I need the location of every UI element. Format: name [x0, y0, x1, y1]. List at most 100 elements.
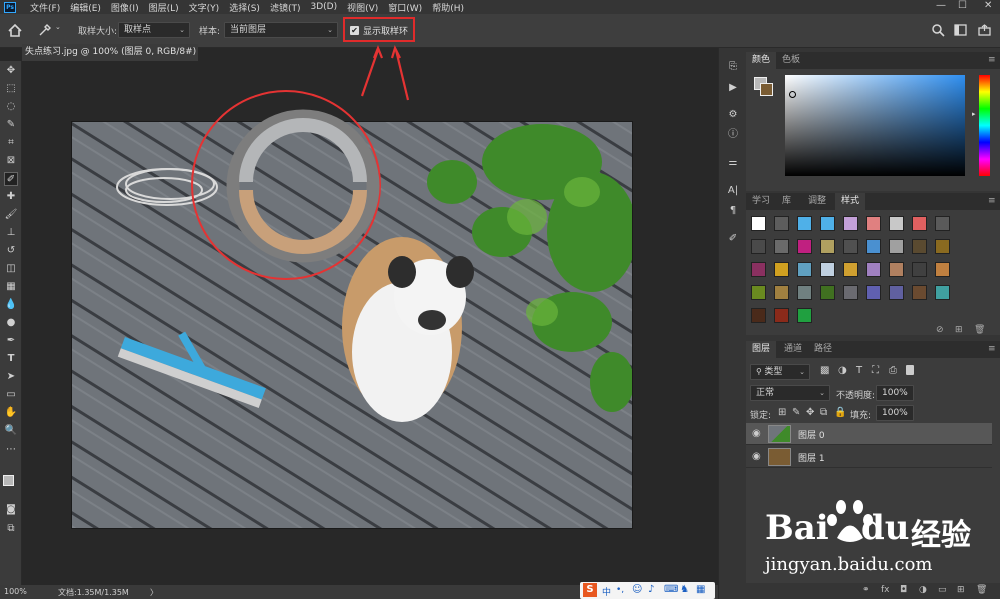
style-swatch[interactable]	[912, 216, 927, 231]
style-swatch[interactable]	[774, 216, 789, 231]
tab-paths[interactable]: 路径	[808, 341, 838, 358]
style-swatch[interactable]	[866, 262, 881, 277]
color-picker-field[interactable]	[785, 75, 965, 176]
style-swatch[interactable]	[774, 285, 789, 300]
clear-style-icon[interactable]: ⊘	[936, 325, 944, 335]
visibility-eye-icon[interactable]: ◉	[752, 428, 761, 439]
link-layers-icon[interactable]: ⚭	[862, 585, 870, 595]
lock-transparent-icon[interactable]: ⊞	[778, 407, 786, 418]
tab-swatches[interactable]: 色板	[776, 52, 806, 69]
hue-slider[interactable]	[979, 75, 990, 176]
visibility-eye-icon[interactable]: ◉	[752, 451, 761, 462]
lock-all-icon[interactable]: 🔒	[834, 407, 846, 418]
layer-row-1[interactable]: ◉ 图层 1	[746, 446, 992, 468]
new-layer-icon[interactable]: ⊞	[957, 585, 965, 595]
ime-punctuation-icon[interactable]: •,	[616, 585, 624, 595]
zoom-level[interactable]: 100%	[4, 587, 27, 596]
actions-panel-icon[interactable]: ▶	[726, 81, 740, 95]
info-panel-icon[interactable]: ⓘ	[726, 128, 740, 142]
style-swatch[interactable]	[774, 308, 789, 323]
style-swatch[interactable]	[935, 239, 950, 254]
ime-toolbox-icon[interactable]: ▦	[696, 584, 705, 595]
style-swatch[interactable]	[866, 239, 881, 254]
style-swatch[interactable]	[912, 285, 927, 300]
tab-learn[interactable]: 学习	[746, 193, 776, 210]
style-swatch[interactable]	[751, 308, 766, 323]
style-swatch[interactable]	[797, 262, 812, 277]
ime-mode[interactable]: 中	[602, 585, 611, 598]
color-background-swatch[interactable]	[760, 83, 773, 96]
paragraph-panel-icon[interactable]: ¶	[726, 204, 740, 218]
ime-skin-icon[interactable]: ♞	[680, 584, 689, 595]
style-swatch[interactable]	[820, 285, 835, 300]
style-swatch[interactable]	[820, 216, 835, 231]
ime-logo[interactable]: S	[583, 583, 597, 597]
pixel-filter-icon[interactable]: ▩	[820, 365, 829, 376]
delete-style-icon[interactable]: 🗑	[974, 325, 985, 335]
filter-toggle-icon[interactable]	[906, 365, 914, 375]
status-menu-arrow-icon[interactable]: 〉	[150, 587, 158, 598]
lock-pixels-icon[interactable]: ✎	[792, 407, 800, 418]
panel-menu-icon[interactable]: ≡	[982, 193, 1000, 210]
fill-input[interactable]: 100% ⌄	[876, 405, 914, 421]
style-swatch[interactable]	[889, 285, 904, 300]
panel-menu-icon[interactable]: ≡	[982, 52, 1000, 69]
opacity-input[interactable]: 100% ⌄	[876, 385, 914, 401]
ime-voice-icon[interactable]: ♪	[648, 584, 654, 595]
style-swatch[interactable]	[843, 262, 858, 277]
layer-filter-select[interactable]: ⚲ 类型 ⌄	[750, 364, 810, 380]
layer-name[interactable]: 图层 0	[798, 428, 825, 441]
layer-name[interactable]: 图层 1	[798, 451, 825, 464]
tab-adjustments[interactable]: 调整	[802, 193, 832, 210]
brush-settings-icon[interactable]: ⚙	[726, 108, 740, 122]
tab-color[interactable]: 颜色	[746, 52, 777, 69]
add-mask-icon[interactable]: ◘	[900, 585, 907, 595]
style-swatch[interactable]	[797, 216, 812, 231]
history-panel-icon[interactable]: ⎘	[726, 60, 740, 74]
style-swatch[interactable]	[866, 285, 881, 300]
ime-emoji-icon[interactable]: ☺	[632, 584, 642, 595]
lock-position-icon[interactable]: ✥	[806, 407, 814, 418]
adjustment-filter-icon[interactable]: ◑	[838, 365, 847, 376]
style-swatch[interactable]	[935, 216, 950, 231]
style-swatch[interactable]	[935, 262, 950, 277]
style-swatch[interactable]	[774, 262, 789, 277]
style-swatch[interactable]	[751, 262, 766, 277]
style-swatch[interactable]	[797, 285, 812, 300]
style-swatch[interactable]	[889, 262, 904, 277]
adjustment-layer-icon[interactable]: ◑	[919, 585, 927, 595]
style-swatch[interactable]	[843, 239, 858, 254]
style-swatch[interactable]	[751, 216, 766, 231]
hue-slider-handle-icon[interactable]: ▸	[972, 110, 976, 118]
style-swatch[interactable]	[797, 308, 812, 323]
new-style-icon[interactable]: ⊞	[955, 325, 963, 335]
color-picker-cursor[interactable]	[789, 91, 796, 98]
tab-channels[interactable]: 通道	[778, 341, 808, 358]
blend-mode-select[interactable]: 正常 ⌄	[750, 385, 830, 401]
style-swatch[interactable]	[912, 262, 927, 277]
style-swatch[interactable]	[912, 239, 927, 254]
lock-artboard-icon[interactable]: ⧉	[820, 407, 827, 418]
style-swatch[interactable]	[751, 239, 766, 254]
style-swatch[interactable]	[751, 285, 766, 300]
style-swatch[interactable]	[843, 216, 858, 231]
smart-object-filter-icon[interactable]: ⎙	[889, 365, 897, 376]
clone-source-icon[interactable]: ✐	[726, 232, 740, 246]
style-swatch[interactable]	[935, 285, 950, 300]
tab-styles[interactable]: 样式	[835, 193, 866, 210]
style-swatch[interactable]	[774, 239, 789, 254]
tab-libraries[interactable]: 库	[776, 193, 797, 210]
type-filter-icon[interactable]: T	[856, 365, 862, 376]
style-swatch[interactable]	[889, 239, 904, 254]
style-swatch[interactable]	[866, 216, 881, 231]
shape-filter-icon[interactable]: ⛶	[872, 365, 879, 376]
style-swatch[interactable]	[843, 285, 858, 300]
style-swatch[interactable]	[797, 239, 812, 254]
new-group-icon[interactable]: ▭	[938, 585, 947, 595]
tab-layers[interactable]: 图层	[746, 341, 777, 358]
style-swatch[interactable]	[889, 216, 904, 231]
delete-layer-icon[interactable]: 🗑	[976, 585, 987, 595]
ime-keyboard-icon[interactable]: ⌨	[664, 584, 678, 595]
panel-menu-icon[interactable]: ≡	[982, 341, 1000, 358]
character-panel-icon[interactable]: A|	[726, 184, 740, 198]
